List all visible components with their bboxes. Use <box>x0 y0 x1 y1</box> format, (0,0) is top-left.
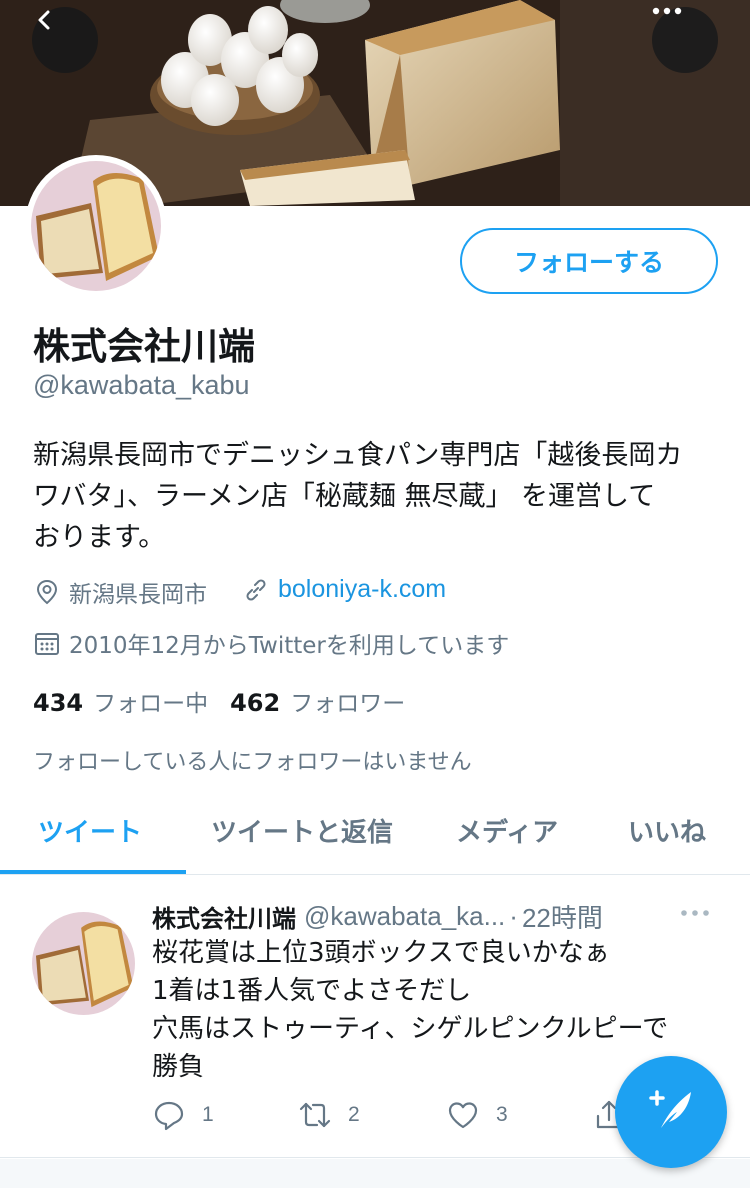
active-tab-indicator <box>0 870 186 874</box>
location-pin-icon <box>33 578 61 606</box>
tweet-actions: 1 2 3 <box>152 1098 632 1138</box>
tweet-text-line: 1着は1番人気でよさそだし <box>152 976 472 1006</box>
more-options-button[interactable] <box>652 7 718 73</box>
heart-icon <box>446 1098 480 1132</box>
following-count: 434 <box>33 689 84 717</box>
bread-avatar-image <box>32 912 135 1015</box>
calendar-icon <box>33 629 61 657</box>
link-icon <box>242 576 270 604</box>
bio-line: ワバタ」、ラーメン店「秘蔵麺 無尽蔵」 を運営して <box>33 481 656 512</box>
retweet-button[interactable]: 2 <box>298 1098 360 1132</box>
tweet-text: 桜花賞は上位3頭ボックスで良いかなぁ 1着は1番人気でよさそだし 穴馬はストゥー… <box>152 934 722 1086</box>
bio-line: 新潟県長岡市でデニッシュ食パン専門店「越後長岡カ <box>33 440 683 471</box>
followers-count-link[interactable]: 462 フォロワー <box>230 684 405 718</box>
tweet-timestamp[interactable]: 22時間 <box>522 898 603 935</box>
profile-location: 新潟県長岡市 <box>33 575 207 609</box>
followers-label: フォロワー <box>290 691 406 717</box>
tab-tweets[interactable]: ツイート <box>38 812 142 849</box>
profile-avatar[interactable] <box>25 155 167 297</box>
reply-count: 1 <box>202 1103 214 1126</box>
tweet-text-line: 桜花賞は上位3頭ボックスで良いかなぁ <box>152 938 610 968</box>
retweet-count: 2 <box>348 1103 360 1126</box>
profile-display-name: 株式会社川端 <box>33 325 255 368</box>
joined-text: 2010年12月からTwitterを利用しています <box>69 633 510 659</box>
tweet-author-avatar[interactable] <box>32 912 135 1015</box>
follow-counts: 434 フォロー中 462 フォロワー <box>33 684 427 718</box>
tweet-separator: · <box>509 901 518 931</box>
compose-tweet-icon <box>643 1082 699 1142</box>
tweet-header: 株式会社川端 @kawabata_ka... · 22時間 <box>152 898 712 935</box>
profile-bio: 新潟県長岡市でデニッシュ食パン専門店「越後長岡カ ワバタ」、ラーメン店「秘蔵麺 … <box>33 435 723 558</box>
tweet-author-name[interactable]: 株式会社川端 <box>152 899 296 934</box>
profile-tabs: ツイート ツイートと返信 メディア いいね <box>0 800 750 875</box>
tab-likes[interactable]: いいね <box>628 812 706 849</box>
bread-avatar-image <box>31 161 161 291</box>
followers-count: 462 <box>230 689 281 717</box>
following-count-link[interactable]: 434 フォロー中 <box>33 684 208 718</box>
bio-line: おります。 <box>33 522 166 553</box>
like-count: 3 <box>496 1103 508 1126</box>
follow-button[interactable]: フォローする <box>460 228 718 294</box>
profile-joined-date: 2010年12月からTwitterを利用しています <box>33 626 509 660</box>
tweet-text-line: 穴馬はストゥーティ、シゲルピンクルピーで <box>152 1014 669 1044</box>
like-button[interactable]: 3 <box>446 1098 508 1132</box>
next-tweet-edge <box>0 1159 750 1188</box>
more-horizontal-icon <box>680 902 710 921</box>
tab-tweets-and-replies[interactable]: ツイートと返信 <box>211 812 393 849</box>
reply-button[interactable]: 1 <box>152 1098 214 1132</box>
back-button[interactable] <box>32 7 98 73</box>
followers-you-know-note: フォローしている人にフォロワーはいません <box>33 750 472 775</box>
website-link[interactable]: boloniya-k.com <box>278 575 446 604</box>
tweet-more-button[interactable] <box>680 902 710 921</box>
profile-handle: @kawabata_kabu <box>33 370 250 400</box>
retweet-icon <box>298 1098 332 1132</box>
location-text: 新潟県長岡市 <box>69 582 207 608</box>
tab-media[interactable]: メディア <box>456 812 558 849</box>
profile-website[interactable]: boloniya-k.com <box>242 575 446 604</box>
reply-icon <box>152 1098 186 1132</box>
following-label: フォロー中 <box>93 691 209 717</box>
compose-tweet-button[interactable] <box>615 1056 727 1168</box>
tweet-author-handle[interactable]: @kawabata_ka... <box>304 901 505 932</box>
